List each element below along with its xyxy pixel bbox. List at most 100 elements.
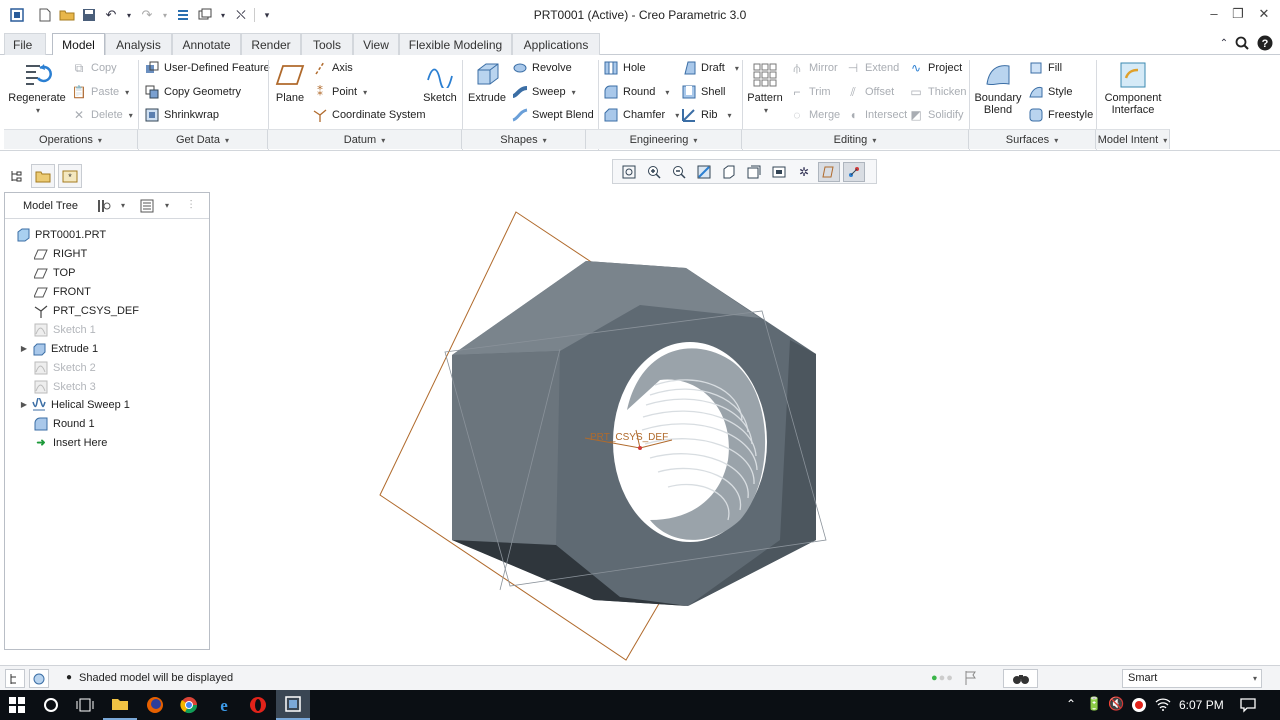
user-defined-feature-button[interactable]: User-Defined Feature xyxy=(144,58,270,78)
tab-render[interactable]: Render xyxy=(241,33,301,55)
point-button[interactable]: ⁑ Point ▾ xyxy=(312,82,367,102)
firefox-icon[interactable] xyxy=(138,690,172,720)
extrude-button[interactable]: Extrude xyxy=(467,60,507,104)
delete-dropdown-icon[interactable]: ▾ xyxy=(129,111,133,120)
tab-annotate[interactable]: Annotate xyxy=(172,33,241,55)
solidify-button[interactable]: ◩ Solidify xyxy=(908,105,963,125)
annotation-display-icon[interactable] xyxy=(843,161,865,182)
plane-button[interactable]: Plane xyxy=(274,60,306,104)
regenerate-dropdown-icon[interactable]: ▾ xyxy=(36,106,40,115)
tree-item-helical-sweep-1[interactable]: ▶ Helical Sweep 1 xyxy=(19,395,130,414)
axis-button[interactable]: Axis xyxy=(312,58,353,78)
group-get-data[interactable]: Get Data ▾ xyxy=(138,129,268,149)
freestyle-button[interactable]: Freestyle xyxy=(1028,105,1093,125)
regenerate-button[interactable]: Regenerate ▾ xyxy=(8,60,66,115)
tree-settings-dropdown-icon[interactable]: ▾ xyxy=(121,201,125,210)
rib-button[interactable]: Rib ▾ xyxy=(681,105,732,125)
draft-button[interactable]: Draft ▾ xyxy=(681,58,739,78)
display-style-icon[interactable] xyxy=(718,162,740,182)
flag-icon[interactable] xyxy=(964,670,978,689)
group-model-intent[interactable]: Model Intent ▾ xyxy=(1096,129,1170,149)
tree-item-sketch-1[interactable]: Sketch 1 xyxy=(33,320,96,339)
group-operations[interactable]: Operations ▾ xyxy=(4,129,138,149)
mirror-button[interactable]: ⫛ Mirror xyxy=(789,58,837,78)
windows-start-icon[interactable] xyxy=(0,690,34,720)
action-center-icon[interactable] xyxy=(1240,697,1256,716)
search-icon[interactable] xyxy=(1233,34,1251,52)
style-button[interactable]: Style xyxy=(1028,82,1072,102)
copy-button[interactable]: ⧉ Copy xyxy=(71,58,117,78)
tab-flexible-modeling[interactable]: Flexible Modeling xyxy=(399,33,512,55)
project-button[interactable]: ∿ Project xyxy=(908,58,962,78)
help-icon[interactable]: ? xyxy=(1256,34,1274,52)
delete-button[interactable]: ✕ Delete ▾ xyxy=(71,105,133,125)
fill-button[interactable]: Fill xyxy=(1028,58,1062,78)
opera-icon[interactable] xyxy=(241,690,275,720)
pattern-dropdown-icon[interactable]: ▾ xyxy=(764,106,768,115)
sweep-button[interactable]: Sweep ▾ xyxy=(512,82,576,102)
wifi-icon[interactable] xyxy=(1155,697,1171,714)
tab-tools[interactable]: Tools xyxy=(301,33,353,55)
selection-filter-select[interactable]: Smart ▾ xyxy=(1122,669,1262,688)
tree-columns-icon[interactable] xyxy=(139,198,155,214)
tab-file[interactable]: File ▾ xyxy=(4,33,46,75)
show-hidden-icons-icon[interactable]: ⌃ xyxy=(1066,697,1076,711)
repaint-icon[interactable] xyxy=(693,162,715,182)
merge-button[interactable]: ◌ Merge xyxy=(789,105,840,125)
file-explorer-icon[interactable] xyxy=(103,690,137,720)
volume-icon[interactable]: 🔇 xyxy=(1108,696,1124,712)
group-engineering[interactable]: Engineering ▾ xyxy=(586,129,742,149)
close-button[interactable]: ✕ xyxy=(1253,4,1275,24)
regen-status-icon[interactable]: ●●● xyxy=(931,672,954,684)
tree-filter-icon[interactable]: ⫶ xyxy=(183,198,199,214)
draft-dropdown-icon[interactable]: ▾ xyxy=(735,64,739,73)
tree-item-sketch-3[interactable]: Sketch 3 xyxy=(33,377,96,396)
power-icon[interactable]: 🔋 xyxy=(1086,696,1102,712)
revolve-button[interactable]: Revolve xyxy=(512,58,572,78)
round-dropdown-icon[interactable]: ▾ xyxy=(665,88,669,97)
tree-item-top[interactable]: TOP xyxy=(33,263,75,282)
refit-icon[interactable] xyxy=(618,162,640,182)
show-browser-icon[interactable] xyxy=(29,669,49,688)
expand-icon[interactable]: ▶ xyxy=(19,400,29,409)
view-manager-icon[interactable] xyxy=(768,162,790,182)
clock[interactable]: 6:07 PM xyxy=(1179,698,1224,712)
creo-taskbar-icon[interactable] xyxy=(276,690,310,720)
zoom-out-icon[interactable] xyxy=(668,162,690,182)
perspective-icon[interactable]: ✲ xyxy=(793,162,815,182)
tree-item-part[interactable]: PRT0001.PRT xyxy=(15,225,106,244)
offset-button[interactable]: ⫽ Offset xyxy=(845,82,894,102)
tree-columns-dropdown-icon[interactable]: ▾ xyxy=(165,201,169,210)
expand-icon[interactable]: ▶ xyxy=(19,344,29,353)
group-editing[interactable]: Editing ▾ xyxy=(742,129,969,149)
tab-analysis[interactable]: Analysis xyxy=(105,33,172,55)
datum-display-filters-icon[interactable] xyxy=(818,161,840,182)
round-button[interactable]: Round ▾ xyxy=(603,82,669,102)
hole-button[interactable]: Hole xyxy=(603,58,646,78)
point-dropdown-icon[interactable]: ▾ xyxy=(363,88,367,97)
chamfer-button[interactable]: Chamfer ▾ xyxy=(603,105,679,125)
recording-icon[interactable] xyxy=(1131,697,1147,716)
sketch-button[interactable]: Sketch xyxy=(423,60,457,104)
chamfer-dropdown-icon[interactable]: ▾ xyxy=(675,111,679,120)
saved-orientations-icon[interactable] xyxy=(743,162,765,182)
tree-item-insert-here[interactable]: ➜ Insert Here xyxy=(33,433,107,452)
folder-browser-tab-icon[interactable] xyxy=(31,164,55,188)
copy-geometry-button[interactable]: Copy Geometry xyxy=(144,82,241,102)
intersect-button[interactable]: ◖ Intersect xyxy=(845,105,907,125)
minimize-button[interactable]: – xyxy=(1203,4,1225,24)
rib-dropdown-icon[interactable]: ▾ xyxy=(728,111,732,120)
show-navigator-icon[interactable] xyxy=(5,669,25,688)
coordinate-system-button[interactable]: Coordinate System xyxy=(312,105,426,125)
extend-button[interactable]: ⊣ Extend xyxy=(845,58,899,78)
graphics-area[interactable]: PRT_CSYS_DEF xyxy=(212,186,1280,663)
trim-button[interactable]: ⌐ Trim xyxy=(789,82,830,102)
tree-item-extrude-1[interactable]: ▶ Extrude 1 xyxy=(19,339,98,358)
tree-item-sketch-2[interactable]: Sketch 2 xyxy=(33,358,96,377)
shrinkwrap-button[interactable]: Shrinkwrap xyxy=(144,105,219,125)
tree-settings-icon[interactable] xyxy=(95,198,111,214)
task-view-icon[interactable] xyxy=(68,690,102,720)
minimize-ribbon-icon[interactable]: ⌃ xyxy=(1215,34,1233,52)
group-shapes[interactable]: Shapes ▾ xyxy=(462,129,586,149)
sweep-dropdown-icon[interactable]: ▾ xyxy=(572,88,576,97)
